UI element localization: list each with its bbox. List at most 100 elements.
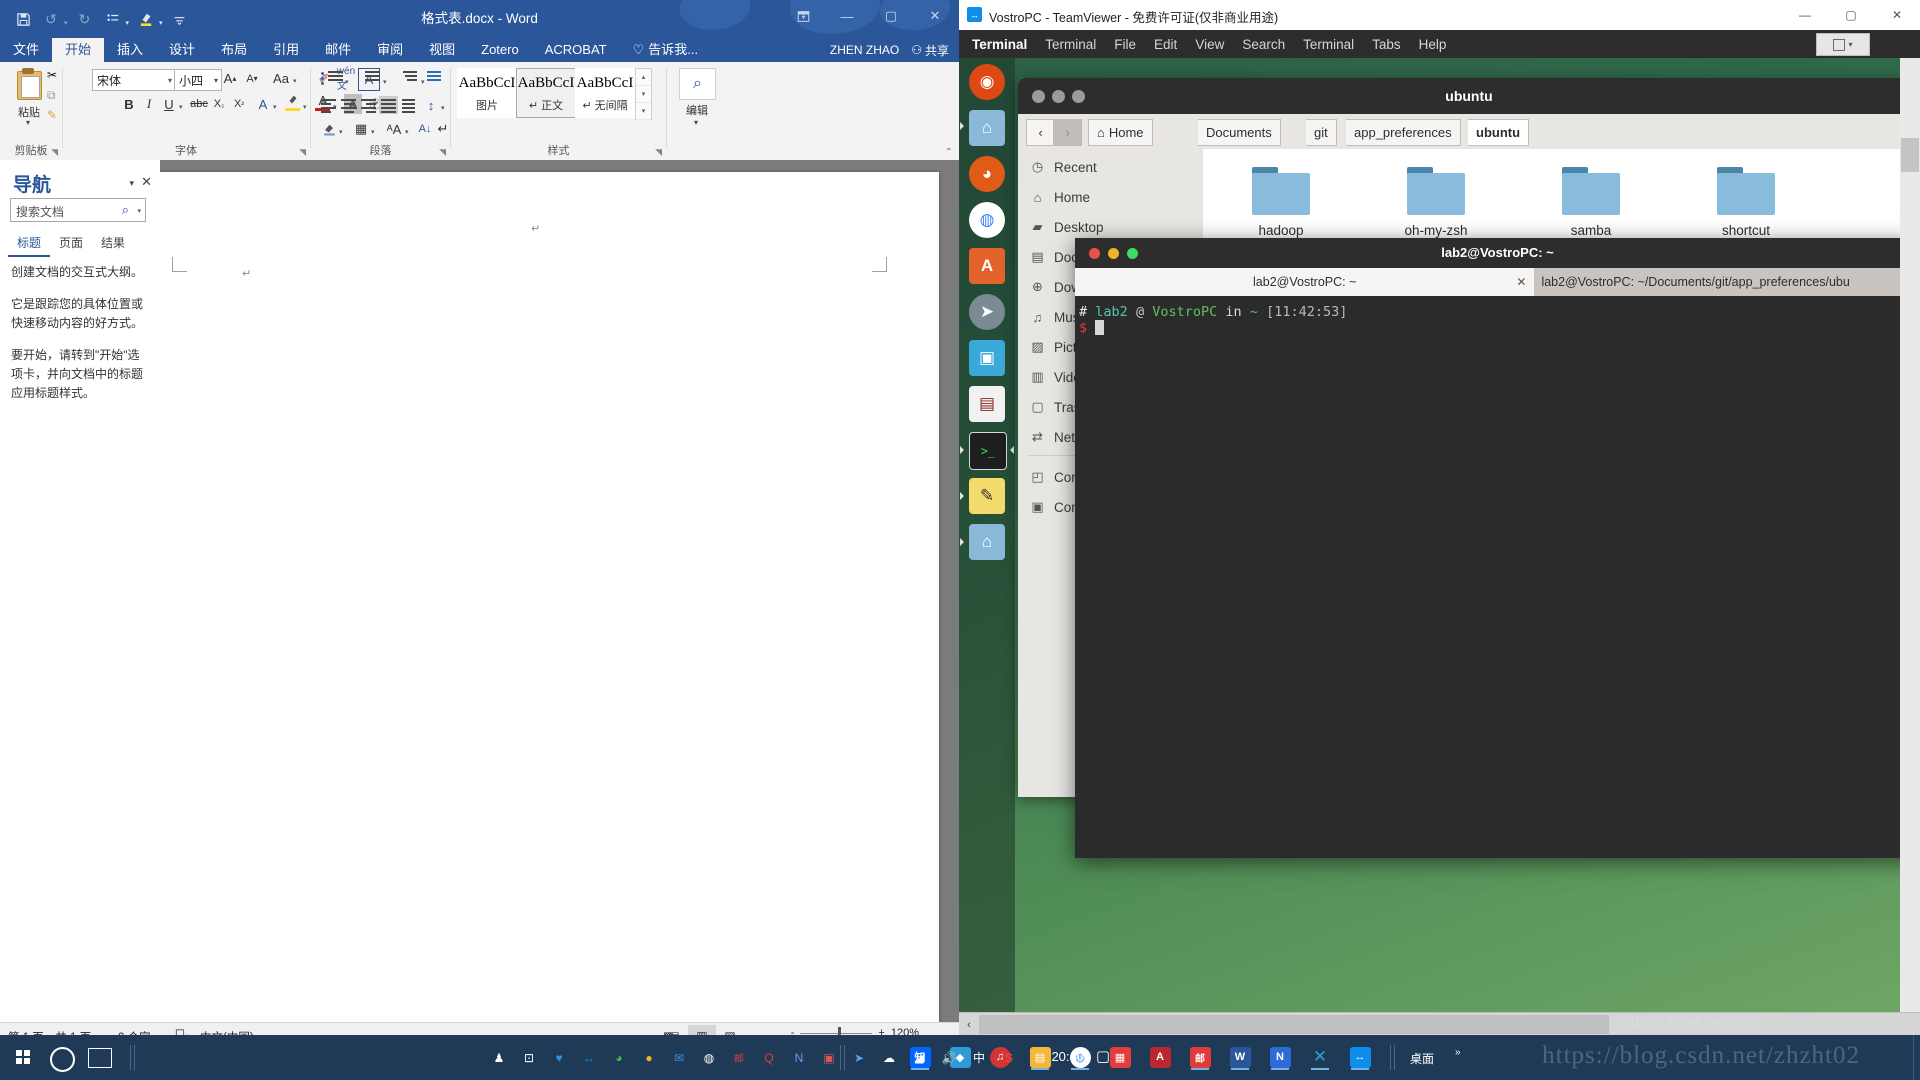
home-folder-icon[interactable]: ⌂	[969, 524, 1005, 560]
terminal-tab-home[interactable]: lab2@VostroPC: ~ ✕	[1075, 268, 1536, 296]
font-size-combo[interactable]: 小四 ▾	[174, 69, 222, 91]
styles-scroll-down-icon[interactable]: ▾	[636, 86, 651, 103]
bullets-list-icon[interactable]	[321, 71, 343, 85]
strikethrough-icon[interactable]: abc	[190, 94, 208, 114]
scroll-left-icon[interactable]: ‹	[959, 1013, 979, 1035]
decrease-indent-icon[interactable]	[427, 71, 445, 83]
paragraph-dialog-launcher[interactable]: ◥	[439, 147, 446, 158]
cortana-search-icon[interactable]	[50, 1047, 75, 1072]
breadcrumb-ubuntu[interactable]: ubuntu	[1468, 119, 1530, 146]
menu-view[interactable]: View	[1186, 34, 1233, 55]
desktop-label[interactable]: 桌面	[1410, 1050, 1434, 1067]
tab-zotero[interactable]: Zotero	[468, 38, 532, 62]
ime-icon[interactable]: 中	[968, 1048, 990, 1067]
screenshot-icon[interactable]: ⊡	[518, 1048, 540, 1067]
underline-dropdown-icon[interactable]: ▾	[179, 103, 183, 111]
nav-tab-headings[interactable]: 标题	[8, 230, 51, 257]
distribute-icon[interactable]	[399, 96, 418, 114]
teamviewer-vscroll-thumb[interactable]	[1901, 138, 1919, 172]
paste-button[interactable]	[14, 68, 44, 102]
borders-dropdown-icon[interactable]: ▾	[371, 128, 375, 136]
user-account-icon[interactable]: ♟	[488, 1048, 510, 1067]
styles-dialog-launcher[interactable]: ◥	[655, 147, 662, 158]
menu-search[interactable]: Search	[1233, 34, 1294, 55]
network-icon[interactable]: ◢	[908, 1048, 930, 1067]
foxmail-icon[interactable]: 邮	[1185, 1043, 1215, 1071]
align-left-icon[interactable]	[319, 96, 338, 114]
format-painter-icon[interactable]: ✎	[47, 108, 57, 122]
superscript-icon[interactable]: X²	[230, 94, 248, 114]
foxmail2-icon[interactable]: 邮	[728, 1048, 750, 1067]
terminal-tab-ubuntu[interactable]: lab2@VostroPC: ~/Documents/git/app_prefe…	[1535, 268, 1920, 296]
tab-file[interactable]: 文件	[0, 38, 52, 62]
underline-icon[interactable]: U	[160, 94, 178, 114]
display-settings-icon[interactable]: ▣	[969, 340, 1005, 376]
asian-layout-dropdown-icon[interactable]: ▾	[405, 128, 409, 136]
tab-view[interactable]: 视图	[416, 38, 468, 62]
numbering-dropdown-icon[interactable]: ▾	[383, 78, 387, 86]
file-item-samba[interactable]: samba	[1533, 167, 1649, 238]
tab-design[interactable]: 设计	[156, 38, 208, 62]
paste-dropdown-icon[interactable]: ▾	[26, 118, 30, 127]
qq-icon[interactable]: Q	[758, 1048, 780, 1067]
asian-layout-icon[interactable]: ᴬA	[383, 120, 405, 138]
print-layout-icon[interactable]: ▥	[688, 1025, 716, 1035]
search-options-dropdown-icon[interactable]: ▾	[137, 207, 141, 215]
styles-scroll-up-icon[interactable]: ▴	[636, 69, 651, 86]
show-desktop-button[interactable]	[1913, 1035, 1920, 1080]
onenote-tray-icon[interactable]: N	[788, 1048, 810, 1067]
teamviewer-tray-icon[interactable]: ↔	[578, 1048, 600, 1067]
editing-dropdown-icon[interactable]: ▾	[694, 118, 698, 127]
acrobat-reader-icon[interactable]: A	[1145, 1043, 1175, 1071]
firefox-icon[interactable]: ◕	[969, 156, 1005, 192]
word-close-button[interactable]: ✕	[913, 0, 957, 32]
teamviewer-hscroll-thumb[interactable]	[979, 1015, 1609, 1034]
teamviewer-minimize-button[interactable]: —	[1782, 0, 1828, 30]
help-book-icon[interactable]: ▤	[969, 386, 1005, 422]
tencent-security-icon[interactable]: ♥	[548, 1048, 570, 1067]
tab-insert[interactable]: 插入	[104, 38, 156, 62]
grow-font-icon[interactable]: A ▴	[220, 68, 240, 89]
tab-layout[interactable]: 布局	[208, 38, 260, 62]
justify-icon[interactable]	[379, 96, 398, 114]
share-button[interactable]: ⚇ 共享	[905, 39, 955, 61]
teamviewer-toolbar-chip[interactable]: ▾	[1816, 33, 1870, 56]
multilevel-list-icon[interactable]	[395, 71, 419, 83]
change-case-dropdown-icon[interactable]: ▾	[293, 77, 297, 85]
ubuntu-logo-icon[interactable]: ◉	[969, 64, 1005, 100]
volume-icon[interactable]: 🔊	[938, 1048, 960, 1067]
software-center-icon[interactable]: A	[969, 248, 1005, 284]
zoom-slider-thumb[interactable]	[838, 1026, 842, 1035]
chrome-icon[interactable]: ◍	[969, 202, 1005, 238]
breadcrumb-git[interactable]: git	[1306, 119, 1337, 146]
style-item-no-spacing[interactable]: AaBbCcI ↵ 无间隔	[575, 68, 635, 118]
read-mode-icon[interactable]: ▤	[660, 1025, 688, 1035]
zoom-out-button[interactable]: -	[791, 1027, 795, 1035]
word-icon[interactable]: W	[1225, 1043, 1255, 1071]
file-item-oh-my-zsh[interactable]: oh-my-zsh	[1378, 167, 1494, 238]
amazon-rocket-icon[interactable]: ➤	[969, 294, 1005, 330]
change-case-icon[interactable]: Aa	[270, 68, 292, 89]
sogou-input-icon[interactable]: S	[998, 1048, 1020, 1067]
line-spacing-dropdown-icon[interactable]: ▾	[441, 104, 445, 112]
forward-button[interactable]: ›	[1053, 119, 1082, 146]
subscript-icon[interactable]: X₂	[210, 94, 228, 114]
styles-scrollbar[interactable]: ▴ ▾ ▾	[635, 68, 652, 120]
screen-capture-icon[interactable]: ▣	[818, 1048, 840, 1067]
style-item-body[interactable]: AaBbCcI ↵ 正文	[516, 68, 576, 118]
teamviewer-vertical-scrollbar[interactable]	[1900, 58, 1920, 1012]
onenote-icon[interactable]: N	[1265, 1043, 1295, 1071]
back-button[interactable]: ‹	[1026, 119, 1055, 146]
sort-icon[interactable]: A↓	[415, 120, 435, 138]
wechat-icon[interactable]: ◕	[608, 1048, 630, 1067]
navigation-options-icon[interactable]: ▾	[129, 178, 134, 189]
align-right-icon[interactable]	[359, 96, 378, 114]
chrome-tray-icon[interactable]: ◍	[698, 1048, 720, 1067]
bullets-dropdown-icon[interactable]: ▾	[345, 78, 349, 86]
teamviewer-maximize-button[interactable]: ▢	[1828, 0, 1874, 30]
nav-tab-pages[interactable]: 页面	[50, 230, 92, 257]
style-item-picture[interactable]: AaBbCcI 图片	[457, 68, 517, 118]
ribbon-display-options-icon[interactable]	[781, 0, 825, 32]
tab-mailings[interactable]: 邮件	[312, 38, 364, 62]
clipboard-dialog-launcher[interactable]: ◥	[51, 147, 58, 158]
